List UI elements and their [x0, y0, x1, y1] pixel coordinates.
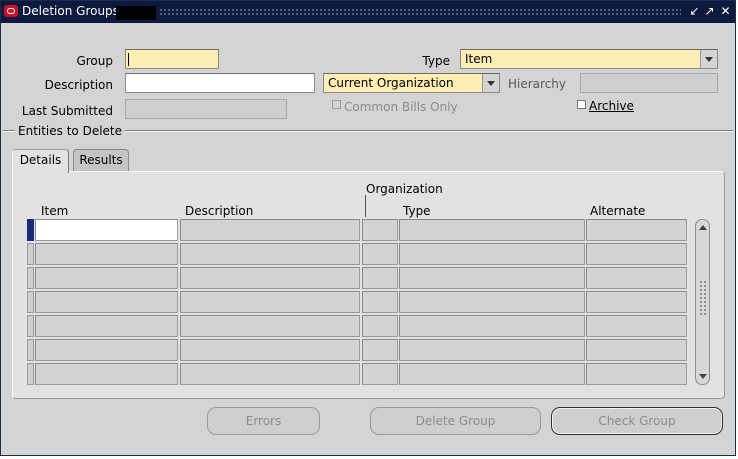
table-cell-item[interactable] [35, 315, 178, 337]
type-select[interactable]: Item [460, 49, 718, 69]
common-bills-only-checkbox[interactable] [332, 100, 341, 109]
table-cell-description[interactable] [180, 219, 360, 241]
table-cell-description[interactable] [180, 291, 360, 313]
table-cell-organization[interactable] [362, 363, 398, 385]
description-label: Description [44, 78, 113, 92]
table-cell-organization[interactable] [362, 243, 398, 265]
table-cell-alternate[interactable] [586, 363, 687, 385]
table-cell-alternate[interactable] [586, 291, 687, 313]
scroll-down-icon[interactable] [699, 374, 707, 379]
row-indicator[interactable] [27, 363, 34, 385]
deletion-groups-window: Deletion Groups ↙ ↗ ✕ Group Type Item De… [0, 0, 736, 456]
row-indicator[interactable] [27, 339, 34, 361]
scope-value: Current Organization [328, 76, 454, 90]
tab-details[interactable]: Details [12, 149, 69, 173]
row-indicator[interactable] [27, 243, 34, 265]
column-header-type: Type [403, 204, 431, 218]
column-header-description: Description [185, 204, 254, 218]
table-cell-type[interactable] [399, 267, 585, 289]
table-cell-item[interactable] [35, 339, 178, 361]
last-submitted-label: Last Submitted [21, 104, 113, 118]
title-bar[interactable]: Deletion Groups ↙ ↗ ✕ [1, 1, 735, 23]
table-scrollbar[interactable] [695, 219, 710, 385]
section-title: Entities to Delete [15, 124, 126, 138]
table-cell-item[interactable] [35, 243, 178, 265]
chevron-down-icon[interactable] [700, 50, 717, 68]
errors-button[interactable]: Errors [207, 407, 320, 435]
window-title: Deletion Groups [22, 4, 119, 18]
row-indicator[interactable] [27, 315, 34, 337]
group-label: Group [76, 54, 113, 68]
table-cell-type[interactable] [399, 315, 585, 337]
delete-group-button[interactable]: Delete Group [370, 407, 541, 435]
close-icon[interactable]: ✕ [719, 4, 732, 18]
type-label: Type [422, 54, 450, 68]
scroll-thumb[interactable] [699, 280, 706, 316]
table-cell-alternate[interactable] [586, 243, 687, 265]
table-cell-description[interactable] [180, 315, 360, 337]
scroll-up-icon[interactable] [699, 225, 707, 230]
table-cell-organization[interactable] [362, 219, 398, 241]
common-bills-only-label: Common Bills Only [344, 100, 458, 114]
hierarchy-label: Hierarchy [508, 77, 567, 91]
table-cell-alternate[interactable] [586, 219, 687, 241]
text-cursor [128, 53, 129, 66]
scope-select[interactable]: Current Organization [323, 73, 500, 93]
group-field[interactable] [125, 49, 219, 69]
table-cell-type[interactable] [399, 243, 585, 265]
maximize-icon[interactable]: ↗ [703, 4, 716, 18]
minimize-icon[interactable]: ↙ [688, 4, 701, 18]
table-cell-organization[interactable] [362, 339, 398, 361]
table-cell-description[interactable] [180, 363, 360, 385]
tab-results[interactable]: Results [73, 149, 129, 171]
table-cell-alternate[interactable] [586, 315, 687, 337]
row-indicator[interactable] [27, 219, 34, 241]
table-cell-item[interactable] [35, 219, 178, 241]
table-cell-type[interactable] [399, 291, 585, 313]
delete-group-label: Delete Group [415, 414, 496, 428]
archive-checkbox[interactable] [577, 100, 586, 109]
table-cell-organization[interactable] [362, 267, 398, 289]
check-group-label: Check Group [598, 414, 676, 428]
table-cell-alternate[interactable] [586, 267, 687, 289]
table-cell-organization[interactable] [362, 315, 398, 337]
table-cell-description[interactable] [180, 267, 360, 289]
hierarchy-field[interactable] [580, 73, 718, 93]
row-indicator[interactable] [27, 291, 34, 313]
last-submitted-field[interactable] [125, 99, 287, 119]
table-cell-alternate[interactable] [586, 339, 687, 361]
chevron-down-icon[interactable] [482, 74, 499, 92]
table-cell-item[interactable] [35, 363, 178, 385]
title-drag-grip[interactable] [159, 8, 681, 16]
table-cell-organization[interactable] [362, 291, 398, 313]
table-cell-item[interactable] [35, 267, 178, 289]
check-group-button[interactable]: Check Group [551, 407, 723, 435]
description-field[interactable] [125, 73, 315, 93]
organization-group-header: Organization [366, 182, 443, 196]
table-cell-type[interactable] [399, 219, 585, 241]
table-cell-description[interactable] [180, 339, 360, 361]
row-indicator[interactable] [27, 267, 34, 289]
redacted-title-text [116, 6, 156, 20]
table-cell-type[interactable] [399, 363, 585, 385]
table-cell-description[interactable] [180, 243, 360, 265]
header-separator [365, 195, 366, 217]
archive-label[interactable]: Archive [589, 99, 634, 113]
table-cell-type[interactable] [399, 339, 585, 361]
type-value: Item [465, 52, 493, 66]
column-header-item: Item [41, 204, 69, 218]
app-icon [4, 5, 18, 17]
column-header-alternate: Alternate [590, 204, 646, 218]
table-cell-item[interactable] [35, 291, 178, 313]
